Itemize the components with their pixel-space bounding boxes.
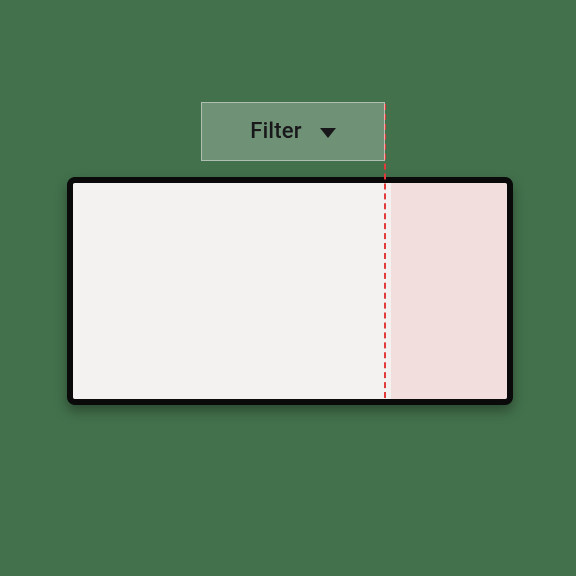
caret-down-icon — [320, 128, 336, 138]
overflow-region — [391, 183, 507, 399]
filter-button[interactable]: Filter — [201, 102, 385, 161]
filter-button-label: Filter — [250, 119, 301, 144]
content-panel — [67, 177, 513, 405]
diagram-stage: Filter — [0, 0, 576, 576]
